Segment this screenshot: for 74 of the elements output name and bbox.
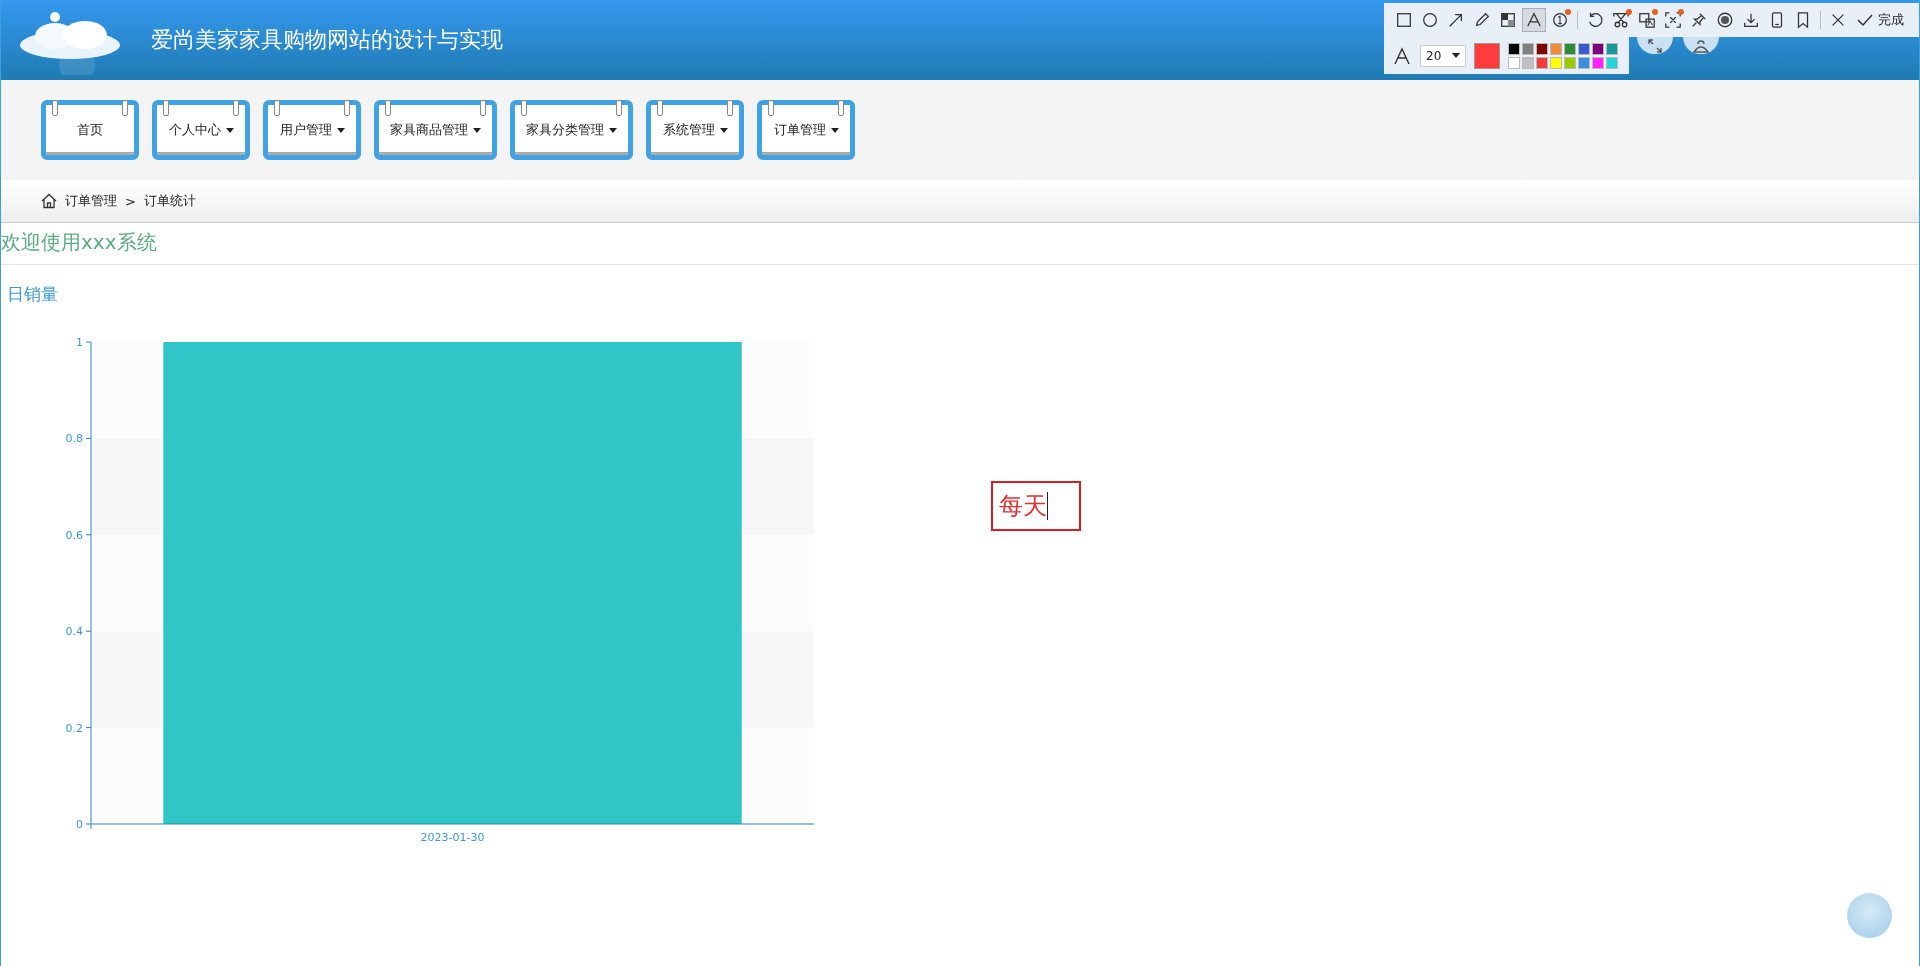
breadcrumb-item[interactable]: 订单统计	[143, 192, 196, 210]
circle-icon	[1421, 11, 1439, 29]
color-swatch[interactable]	[1550, 42, 1562, 55]
y-tick-label: 0.2	[65, 721, 83, 735]
nav-button[interactable]: 个人中心	[152, 100, 250, 160]
pin-icon	[1690, 11, 1708, 29]
ring-icon	[768, 100, 774, 116]
font-size-icon	[1392, 45, 1412, 66]
arrow-icon	[1447, 11, 1465, 29]
y-tick-label: 0	[76, 818, 83, 831]
color-swatch[interactable]	[1536, 56, 1548, 69]
color-swatch[interactable]	[1508, 42, 1520, 55]
nav-button[interactable]: 订单管理	[757, 100, 855, 160]
square-icon	[1395, 11, 1413, 29]
color-swatch[interactable]	[1578, 56, 1590, 69]
ring-icon	[385, 100, 391, 116]
ring-icon	[616, 100, 622, 116]
ring-icon	[480, 100, 486, 116]
x-tick-label: 2023-01-30	[420, 831, 485, 844]
user-icon[interactable]	[1683, 37, 1719, 54]
ring-icon	[122, 100, 128, 116]
color-swatch[interactable]	[1508, 56, 1520, 69]
number-icon	[1551, 11, 1569, 29]
scissors-icon	[1612, 11, 1630, 29]
color-swatch[interactable]	[1592, 42, 1604, 55]
ring-icon	[344, 100, 350, 116]
text-icon	[1525, 11, 1543, 29]
nav-button[interactable]: 家具分类管理	[510, 100, 633, 160]
color-swatch[interactable]	[1564, 42, 1576, 55]
tool-button[interactable]	[1522, 8, 1546, 32]
color-swatch[interactable]	[1606, 42, 1618, 55]
color-swatch[interactable]	[1578, 42, 1590, 55]
home-icon	[41, 193, 57, 209]
color-swatch[interactable]	[1522, 56, 1534, 69]
pencil-icon	[1473, 11, 1491, 29]
check-icon	[1856, 12, 1874, 28]
color-swatch[interactable]	[1550, 56, 1562, 69]
ring-icon	[727, 100, 733, 116]
color-swatch[interactable]	[1564, 56, 1576, 69]
download-icon	[1742, 11, 1760, 29]
ring-icon	[657, 100, 663, 116]
current-color-swatch[interactable]	[1474, 42, 1500, 69]
nav-button[interactable]: 首页	[41, 100, 139, 160]
ring-icon	[233, 100, 239, 116]
mosaic-icon	[1499, 11, 1517, 29]
ring-icon	[163, 100, 169, 116]
color-swatch[interactable]	[1606, 56, 1618, 69]
nav-button[interactable]: 家具商品管理	[374, 100, 497, 160]
color-swatch[interactable]	[1536, 42, 1548, 55]
breadcrumb-item[interactable]: 订单管理	[65, 192, 117, 210]
y-tick-label: 0.8	[65, 432, 83, 446]
nav-button[interactable]: 系统管理	[646, 100, 744, 160]
font-size-select[interactable]: 20	[1420, 44, 1466, 67]
ring-icon	[838, 100, 844, 116]
y-tick-label: 0.4	[65, 625, 83, 639]
scan-icon	[1664, 11, 1682, 29]
done-button[interactable]: 完成	[1852, 11, 1908, 29]
site-title: 爱尚美家家具购物网站的设计与实现	[151, 26, 503, 54]
welcome-heading: 欢迎使用xxx系统	[1, 230, 157, 254]
y-tick-label: 1	[76, 336, 83, 349]
ring-icon	[52, 100, 58, 116]
nav-button[interactable]: 用户管理	[263, 100, 361, 160]
y-tick-label: 0.6	[65, 528, 83, 542]
expand-icon[interactable]	[1637, 37, 1673, 54]
record-icon	[1716, 11, 1734, 29]
text-annotation[interactable]: 每天	[991, 481, 1081, 531]
ring-icon	[274, 100, 280, 116]
undo-icon	[1586, 11, 1604, 29]
breadcrumb-separator: >	[125, 193, 136, 209]
chart-title: 日销量	[7, 284, 58, 304]
ring-icon	[521, 100, 527, 116]
color-swatch[interactable]	[1522, 42, 1534, 55]
color-swatch[interactable]	[1592, 56, 1604, 69]
translate-icon	[1638, 11, 1656, 29]
